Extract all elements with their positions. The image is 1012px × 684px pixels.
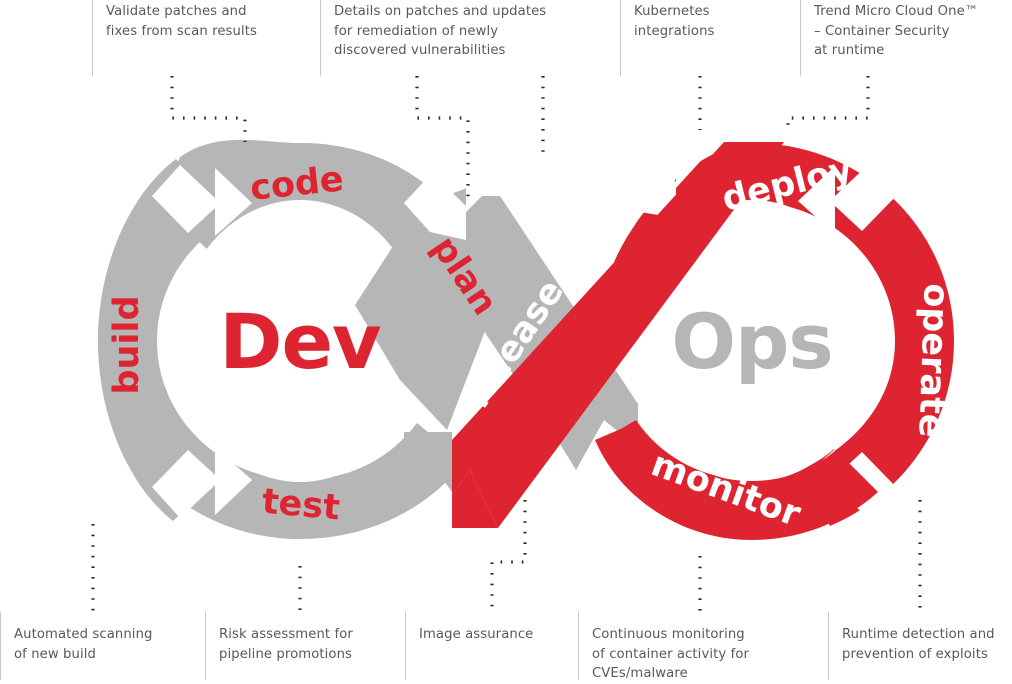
annotation-line: Risk assessment for bbox=[219, 627, 353, 642]
annotation-line: Runtime detection and bbox=[842, 627, 995, 642]
annotation-kubernetes-integrations: Kubernetes integrations bbox=[620, 0, 800, 76]
annotation-line: pipeline promotions bbox=[219, 646, 353, 662]
annotation-line: Image assurance bbox=[419, 627, 534, 642]
annotation-line: integrations bbox=[634, 23, 715, 39]
annotation-line: at runtime bbox=[814, 43, 885, 58]
annotation-line: Continuous monitoring bbox=[592, 627, 745, 642]
annotation-line: of new build bbox=[14, 646, 96, 662]
bottom-annotation-row: Automated scanning of new build Risk asses… bbox=[0, 612, 1012, 684]
label-dev: Dev bbox=[219, 297, 381, 386]
annotation-validate-patches: Validate patches and fixes from scan resu… bbox=[92, 0, 320, 76]
top-annotation-row: Validate patches and fixes from scan resu… bbox=[0, 0, 1012, 80]
annotation-image-assurance: Image assurance bbox=[405, 612, 578, 680]
connector-code bbox=[170, 76, 247, 142]
label-operate: operate bbox=[910, 283, 955, 438]
annotation-line: of container activity for bbox=[592, 646, 750, 662]
annotation-runtime-detection: Runtime detection and prevention of explo… bbox=[828, 612, 1012, 680]
annotation-trend-micro-cloud-one: Trend Micro Cloud One™ – Container Securi… bbox=[800, 0, 1012, 76]
annotation-line: CVEs/malware bbox=[592, 666, 688, 681]
annotation-line: discovered vulnerabilities bbox=[334, 43, 506, 58]
annotation-automated-scanning: Automated scanning of new build bbox=[0, 612, 205, 680]
annotation-line: Details on patches and updates bbox=[334, 4, 547, 19]
annotation-line: Automated scanning bbox=[14, 627, 153, 642]
annotation-line: – Container Security bbox=[814, 23, 950, 39]
annotation-line: fixes from scan results bbox=[106, 23, 257, 39]
annotation-details-on-patches: Details on patches and updates for remedi… bbox=[320, 0, 620, 76]
label-test: test bbox=[260, 482, 341, 529]
annotation-risk-assessment: Risk assessment for pipeline promotions bbox=[205, 612, 405, 680]
annotation-line: for remediation of newly bbox=[334, 23, 499, 39]
annotation-line: Validate patches and bbox=[106, 4, 247, 19]
devops-loop-diagram: Dev Ops code build test plan release dep… bbox=[91, 76, 956, 612]
annotation-continuous-monitoring: Continuous monitoring of container activi… bbox=[578, 612, 828, 681]
label-ops: Ops bbox=[671, 297, 832, 386]
connector-operate bbox=[786, 76, 870, 132]
annotation-line: Kubernetes bbox=[634, 4, 710, 19]
label-build: build bbox=[107, 295, 147, 394]
annotation-line: prevention of exploits bbox=[842, 646, 988, 662]
annotation-line: Trend Micro Cloud One™ bbox=[814, 4, 979, 19]
